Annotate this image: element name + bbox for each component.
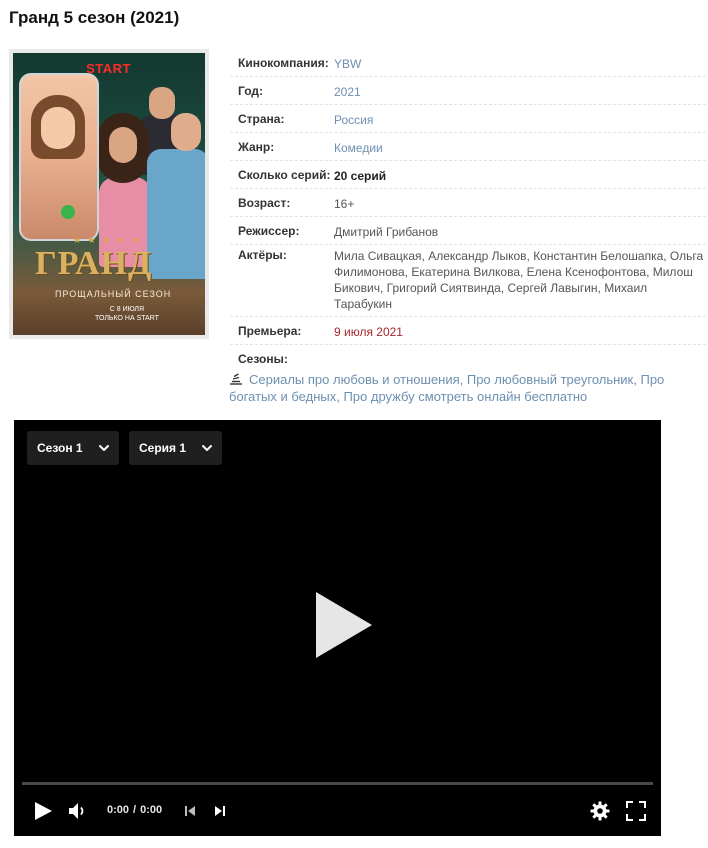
phone-call-icon [61, 205, 75, 219]
duration: 0:00 [140, 804, 163, 816]
chevron-down-icon [202, 445, 212, 451]
poster-subtitle: ПРОЩАЛЬНЫЙ СЕЗОН [55, 289, 172, 299]
info-label: Сколько серий: [238, 168, 331, 182]
chevron-down-icon [99, 445, 109, 451]
info-label: Жанр: [238, 140, 275, 154]
info-label: Режиссер: [238, 224, 300, 238]
current-time: 0:00 [107, 804, 130, 816]
premiere-value: 9 июля 2021 [334, 325, 403, 339]
fullscreen-icon[interactable] [626, 801, 646, 821]
tag-link[interactable]: Про дружбу смотреть онлайн бесплатно [343, 389, 587, 404]
season-select[interactable]: Сезон 1 [27, 431, 119, 465]
page-title: Гранд 5 сезон (2021) [9, 8, 180, 27]
info-row-genre: Жанр: Комедии [230, 133, 706, 161]
tag-link[interactable]: Про любовный треугольник [467, 372, 633, 387]
info-table: Кинокомпания: YBW Год: 2021 Страна: Росс… [230, 49, 706, 366]
poster-frame: START ★ ★ ★ ★ ★ ГРАНД ПРОЩАЛЬНЫЙ СЕЗОН С… [9, 49, 209, 339]
info-row-episodes: Сколько серий: 20 серий [230, 161, 706, 189]
director-value: Дмитрий Грибанов [334, 225, 439, 239]
poster-date: С 8 ИЮЛЯ ТОЛЬКО НА START [95, 306, 159, 322]
genre-link[interactable]: Комедии [334, 140, 706, 160]
info-row-age: Возраст: 16+ [230, 189, 706, 217]
info-label: Кинокомпания: [238, 56, 329, 70]
poster-title: ГРАНД [35, 245, 153, 282]
info-label: Актёры: [238, 248, 287, 262]
info-row-premiere: Премьера: 9 июля 2021 [230, 317, 706, 345]
info-row-country: Страна: Россия [230, 105, 706, 133]
previous-icon[interactable] [184, 805, 196, 817]
time-display: 0:00/0:00 [107, 804, 163, 816]
season-select-label: Сезон 1 [37, 441, 83, 455]
info-row-actors: Актёры: Мила Сивацкая, Александр Лыков, … [230, 245, 706, 317]
info-label: Премьера: [238, 324, 302, 338]
info-row-studio: Кинокомпания: YBW [230, 49, 706, 77]
tag-link[interactable]: Сериалы про любовь и отношения [249, 372, 460, 387]
progress-bar[interactable] [22, 782, 653, 785]
episodes-value: 20 серий [334, 169, 387, 183]
episode-select-label: Серия 1 [139, 441, 187, 455]
info-row-year: Год: 2021 [230, 77, 706, 105]
info-label: Страна: [238, 112, 285, 126]
info-row-director: Режиссер: Дмитрий Грибанов [230, 217, 706, 245]
tags-list: Сериалы про любовь и отношения, Про любо… [229, 372, 665, 404]
year-link[interactable]: 2021 [334, 84, 706, 104]
settings-gear-icon[interactable] [590, 801, 610, 821]
stack-icon [230, 373, 242, 385]
info-label: Сезоны: [238, 352, 288, 366]
studio-link[interactable]: YBW [334, 56, 706, 76]
country-link[interactable]: Россия [334, 112, 706, 132]
age-value: 16+ [334, 197, 355, 211]
episode-select[interactable]: Серия 1 [129, 431, 222, 465]
next-icon[interactable] [214, 805, 226, 817]
info-row-seasons: Сезоны: [230, 345, 706, 366]
big-play-icon[interactable] [316, 592, 372, 658]
actors-value: Мила Сивацкая, Александр Лыков, Констант… [334, 249, 704, 311]
video-player[interactable]: Сезон 1 Серия 1 0:00/0:00 [14, 420, 661, 836]
poster-image: START ★ ★ ★ ★ ★ ГРАНД ПРОЩАЛЬНЫЙ СЕЗОН С… [13, 53, 205, 335]
poster-start-logo: START [86, 61, 131, 76]
volume-icon[interactable] [68, 802, 88, 820]
play-icon[interactable] [33, 801, 53, 821]
info-label: Возраст: [238, 196, 291, 210]
info-label: Год: [238, 84, 263, 98]
